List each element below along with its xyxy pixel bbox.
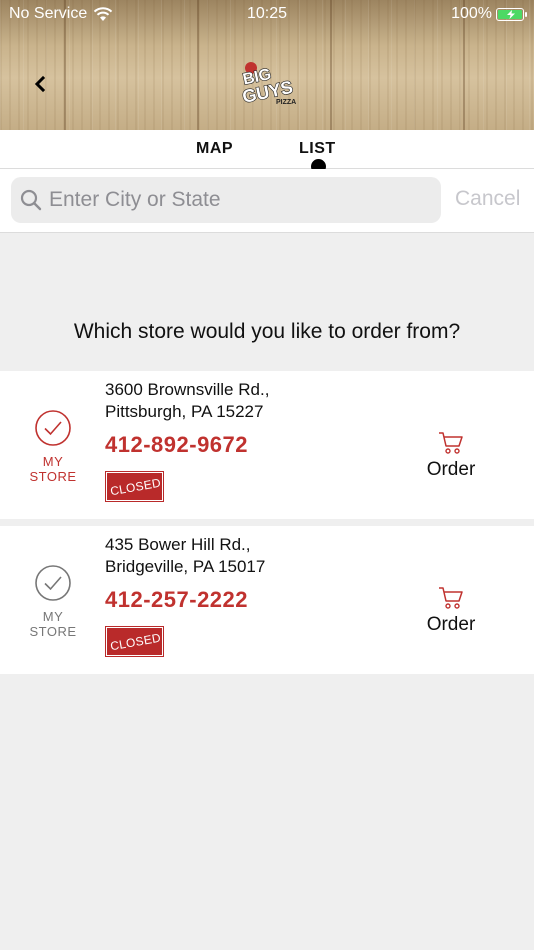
search-box[interactable] <box>11 177 441 223</box>
store-address: 3600 Brownsville Rd., Pittsburgh, PA 152… <box>105 379 269 423</box>
store-phone-link[interactable]: 412-257-2222 <box>105 587 248 613</box>
closed-badge: CLOSED <box>105 471 164 502</box>
battery-percent: 100% <box>451 5 492 22</box>
tab-map[interactable]: MAP <box>196 140 233 158</box>
address-line2: Bridgeville, PA 15017 <box>105 557 266 576</box>
store-prompt: Which store would you like to order from… <box>73 320 461 343</box>
store-address: 435 Bower Hill Rd., Bridgeville, PA 1501… <box>105 534 265 578</box>
order-label: Order <box>426 459 476 480</box>
cancel-button[interactable]: Cancel <box>455 187 520 211</box>
closed-badge: CLOSED <box>105 626 164 657</box>
search-icon <box>20 189 42 211</box>
back-button[interactable] <box>28 72 52 96</box>
my-store-label: MY STORE <box>29 454 77 484</box>
search-row: Cancel <box>0 169 534 233</box>
order-button[interactable]: Order <box>420 586 482 636</box>
order-button[interactable]: Order <box>420 431 482 481</box>
address-line2: Pittsburgh, PA 15227 <box>105 402 264 421</box>
search-input[interactable] <box>49 177 434 223</box>
battery-icon <box>496 7 527 21</box>
closed-badge-text: CLOSED <box>109 630 162 654</box>
order-label: Order <box>426 614 476 635</box>
address-line1: 3600 Brownsville Rd., <box>105 380 270 399</box>
address-line1: 435 Bower Hill Rd., <box>105 535 251 554</box>
cart-icon <box>439 587 463 609</box>
chevron-left-icon <box>34 75 46 93</box>
closed-badge-text: CLOSED <box>109 475 162 499</box>
battery-level <box>498 9 522 19</box>
status-right: 100% <box>451 5 527 23</box>
my-store-label: MY STORE <box>29 609 77 639</box>
my-store-toggle[interactable]: MY STORE <box>18 564 88 639</box>
my-store-toggle[interactable]: MY STORE <box>18 409 88 484</box>
checkmark-circle-icon <box>35 410 71 446</box>
header-bar: No Service 10:25 100% BIG GUYS PIZZA <box>0 0 534 130</box>
cart-icon <box>439 432 463 454</box>
checkmark-circle-icon <box>35 565 71 601</box>
view-tabs: MAP LIST <box>0 130 534 174</box>
tab-list[interactable]: LIST <box>299 140 336 158</box>
store-row: MY STORE 435 Bower Hill Rd., Bridgeville… <box>0 526 534 674</box>
store-phone-link[interactable]: 412-892-9672 <box>105 432 248 458</box>
big-guys-pizza-logo: BIG GUYS PIZZA <box>240 62 296 108</box>
store-row: MY STORE 3600 Brownsville Rd., Pittsburg… <box>0 371 534 519</box>
logo-line3: PIZZA <box>276 99 296 106</box>
status-bar: No Service 10:25 100% <box>0 0 534 28</box>
